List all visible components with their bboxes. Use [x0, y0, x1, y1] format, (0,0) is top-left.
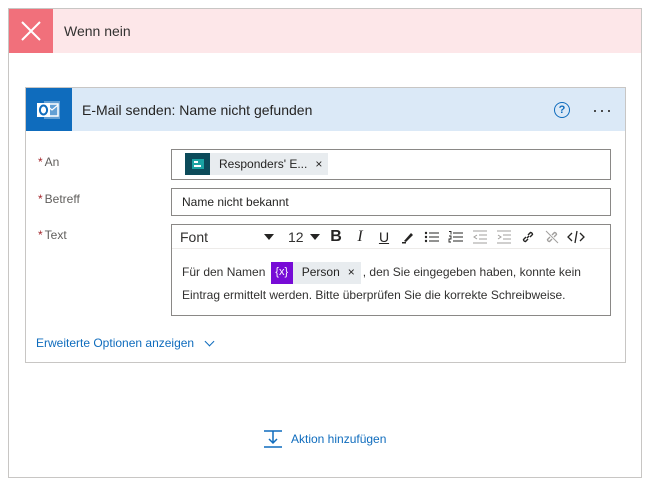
- required-marker: *: [38, 192, 43, 206]
- increase-indent-icon[interactable]: [492, 226, 516, 248]
- body-text: Für den Namen {x} Person × , den Sie ein…: [182, 261, 602, 307]
- required-marker: *: [38, 228, 43, 242]
- outlook-icon: [26, 88, 72, 131]
- subject-field[interactable]: Name nicht bekannt: [171, 188, 611, 216]
- font-size-dropdown[interactable]: 12: [284, 226, 324, 248]
- chevron-down-icon: [310, 233, 320, 240]
- condition-header[interactable]: Wenn nein: [9, 9, 641, 53]
- code-view-icon[interactable]: [564, 226, 588, 248]
- token-label: Responders' E...: [219, 157, 308, 171]
- show-advanced-options-link[interactable]: Erweiterte Optionen anzeigen: [36, 336, 215, 350]
- font-size-value: 12: [288, 228, 304, 245]
- field-label-text-text: Text: [44, 228, 67, 242]
- remove-token-icon[interactable]: ×: [315, 157, 328, 171]
- remove-token-icon[interactable]: ×: [348, 261, 361, 284]
- link-icon[interactable]: [516, 226, 540, 248]
- help-icon[interactable]: ?: [554, 101, 571, 118]
- unlink-icon[interactable]: [540, 226, 564, 248]
- field-label-an: * An: [38, 155, 59, 169]
- decrease-indent-icon[interactable]: [468, 226, 492, 248]
- to-field[interactable]: Responders' E... ×: [171, 149, 611, 180]
- condition-no-branch: Wenn nein E-Mail senden: Name nicht gefu…: [8, 8, 642, 478]
- chevron-down-icon: [204, 336, 215, 346]
- condition-title: Wenn nein: [64, 23, 131, 39]
- field-label-an-text: An: [44, 155, 60, 169]
- add-action-label: Aktion hinzufügen: [291, 432, 387, 446]
- bullet-list-icon[interactable]: [420, 226, 444, 248]
- font-dropdown-value: Font: [180, 228, 209, 245]
- more-options-icon[interactable]: ···: [592, 101, 613, 119]
- bold-button[interactable]: B: [324, 226, 348, 248]
- numbered-list-icon[interactable]: [444, 226, 468, 248]
- required-marker: *: [38, 155, 43, 169]
- person-variable-token[interactable]: {x} Person ×: [270, 261, 361, 284]
- field-label-betreff: * Betreff: [38, 192, 80, 206]
- italic-button[interactable]: I: [348, 226, 372, 248]
- add-action-icon: [264, 430, 282, 448]
- highlight-icon[interactable]: [396, 226, 420, 248]
- advanced-options-label: Erweiterte Optionen anzeigen: [36, 336, 195, 350]
- forms-icon: [185, 153, 210, 175]
- responders-email-token[interactable]: Responders' E... ×: [185, 153, 329, 175]
- font-dropdown[interactable]: Font: [174, 226, 280, 248]
- action-title: E-Mail senden: Name nicht gefunden: [82, 101, 313, 118]
- variable-icon: {x}: [270, 261, 293, 284]
- underline-button[interactable]: U: [372, 226, 396, 248]
- chevron-down-icon: [264, 233, 274, 240]
- action-header[interactable]: E-Mail senden: Name nicht gefunden ? ···: [26, 88, 625, 131]
- field-label-text: * Text: [38, 228, 67, 242]
- body-field[interactable]: Font 12 B I U Für den Namen {x} Person ×…: [171, 224, 611, 316]
- body-text-before: Für den Namen: [182, 265, 266, 279]
- close-x-icon: [9, 9, 53, 53]
- token-label: Person: [301, 265, 340, 280]
- send-email-action-card: E-Mail senden: Name nicht gefunden ? ···…: [25, 87, 626, 363]
- add-action-button[interactable]: Aktion hinzufügen: [263, 429, 386, 449]
- rich-text-toolbar: Font 12 B I U: [172, 225, 610, 249]
- field-label-betreff-text: Betreff: [44, 192, 80, 206]
